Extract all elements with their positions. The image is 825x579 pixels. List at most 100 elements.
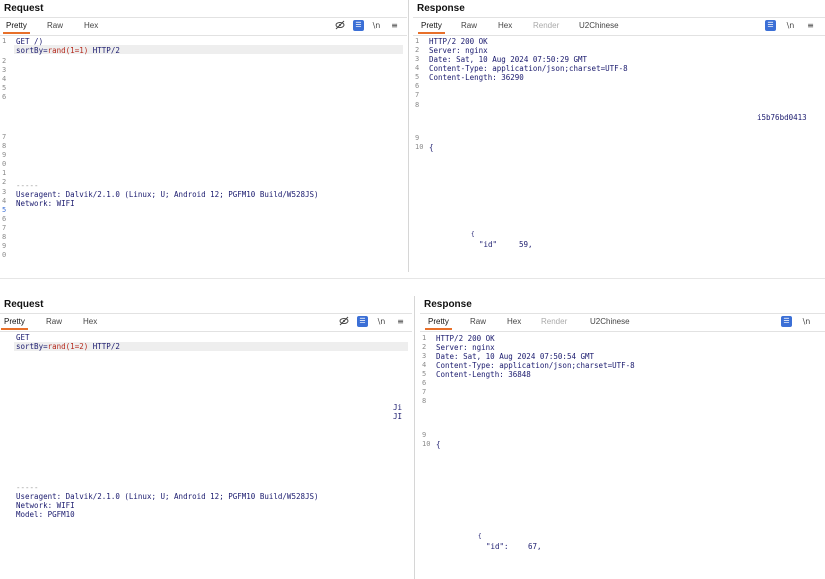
tab-pretty[interactable]: Pretty: [3, 21, 30, 34]
line-number: 1: [422, 334, 427, 342]
line-number: 9: [422, 431, 427, 439]
response-viewer[interactable]: 1 2 3 4 5 6 7 8 9 10 HTTP/2 200 OK Serve…: [420, 331, 825, 579]
line-number: 0: [2, 160, 7, 168]
request-line-continuation: sortBy=rand(1=2) HTTP/2: [16, 342, 120, 351]
response-viewer[interactable]: 1 2 3 4 5 6 7 8 9 10 HTTP/2 200 OK Serve…: [413, 35, 825, 272]
menu-icon[interactable]: ≡: [395, 316, 406, 327]
newline-toggle[interactable]: \n: [371, 20, 382, 31]
newline-toggle[interactable]: \n: [785, 20, 796, 31]
network-header: Network: WIFI: [16, 501, 75, 510]
panel-divider[interactable]: [408, 0, 409, 272]
list-view-icon[interactable]: ☰: [781, 316, 792, 327]
network-header: Network: WIFI: [16, 199, 75, 208]
line-number: 5: [415, 73, 420, 81]
tab-pretty[interactable]: Pretty: [425, 317, 452, 330]
tab-raw[interactable]: Raw: [461, 21, 477, 30]
content-length-header: Content-Length: 36290: [429, 73, 524, 82]
line-gutter: 1 2 3 4 5 6 7 8 9 10: [420, 331, 432, 579]
list-view-icon[interactable]: ☰: [357, 316, 368, 327]
newline-toggle[interactable]: \n: [801, 316, 812, 327]
menu-icon[interactable]: ≡: [389, 20, 400, 31]
top-response-panel: Response Pretty Raw Hex Render U2Chinese…: [413, 0, 825, 272]
line-number: 8: [2, 142, 7, 150]
tab-render[interactable]: Render: [533, 21, 559, 30]
tab-pretty[interactable]: Pretty: [1, 317, 28, 330]
bottom-request-panel: Request Pretty Raw Hex ☰ \n ≡ GET sortBy…: [0, 296, 412, 579]
panel-title: Response: [424, 299, 472, 310]
useragent-header: Useragent: Dalvik/2.1.0 (Linux; U; Andro…: [16, 492, 319, 501]
json-object-brace: {: [471, 231, 475, 238]
line-number: 1: [415, 37, 420, 45]
line-number: 6: [2, 93, 7, 101]
server-header: Server: nginx: [429, 46, 488, 55]
date-header: Date: Sat, 10 Aug 2024 07:50:54 GMT: [436, 352, 595, 361]
screenshot-divider: [0, 278, 825, 279]
line-number: 2: [2, 57, 7, 65]
line-number: 10: [415, 143, 424, 151]
menu-icon[interactable]: ≡: [805, 20, 816, 31]
line-number: 3: [2, 66, 7, 74]
json-open-brace: {: [436, 440, 441, 449]
tab-hex[interactable]: Hex: [498, 21, 512, 30]
json-open-brace: {: [429, 143, 434, 152]
line-gutter: 1 2 3 4 5 6 7 8 9 10: [413, 35, 425, 272]
model-header: Model: PGFM10: [16, 510, 75, 519]
list-view-icon[interactable]: ☰: [353, 20, 364, 31]
line-number: 2: [415, 46, 420, 54]
line-number: 9: [2, 151, 7, 159]
request-line: GET /): [16, 37, 44, 46]
line-number: 2: [422, 343, 427, 351]
line-number: 6: [2, 215, 7, 223]
request-editor[interactable]: GET sortBy=rand(1=2) HTTP/2 Ji JI ----- …: [0, 331, 412, 579]
content-type-header: Content-Type: application/json;charset=U…: [436, 361, 635, 370]
json-value-id: 67,: [528, 542, 542, 551]
line-number: 4: [2, 75, 7, 83]
request-line: GET: [16, 333, 30, 342]
tab-render[interactable]: Render: [541, 317, 567, 326]
tab-raw[interactable]: Raw: [470, 317, 486, 326]
tab-u2chinese[interactable]: U2Chinese: [590, 317, 630, 326]
status-line: HTTP/2 200 OK: [429, 37, 488, 46]
line-number: 7: [415, 91, 420, 99]
tab-hex[interactable]: Hex: [507, 317, 521, 326]
line-number: 5: [2, 84, 7, 92]
line-number: 8: [415, 101, 420, 109]
param-value: rand(1=1): [47, 46, 89, 55]
tab-raw[interactable]: Raw: [47, 21, 63, 30]
line-number: 8: [2, 233, 7, 241]
tab-bar: Pretty Raw Hex Render U2Chinese ☰ \n ≡: [413, 17, 825, 36]
server-header: Server: nginx: [436, 343, 495, 352]
line-number: 4: [415, 64, 420, 72]
json-key-id: "id": [479, 240, 498, 249]
line-number: 10: [422, 440, 431, 448]
line-number: 7: [422, 388, 427, 396]
line-number: 2: [2, 178, 7, 186]
hash-fragment: i5b76bd0413: [757, 113, 807, 122]
panel-divider[interactable]: [414, 296, 415, 579]
tab-u2chinese[interactable]: U2Chinese: [579, 21, 619, 30]
date-header: Date: Sat, 10 Aug 2024 07:50:29 GMT: [429, 55, 588, 64]
eye-off-icon[interactable]: [334, 20, 345, 31]
line-number: 3: [422, 352, 427, 360]
tab-bar: Pretty Raw Hex Render U2Chinese ☰ \n: [420, 313, 825, 332]
line-number: 3: [415, 55, 420, 63]
bottom-response-panel: Response Pretty Raw Hex Render U2Chinese…: [420, 296, 825, 579]
protocol-label: HTTP/2: [88, 46, 120, 55]
param-key: sortBy=: [16, 342, 48, 351]
json-object-brace: {: [478, 533, 482, 540]
panel-title: Response: [417, 3, 465, 14]
content-length-header: Content-Length: 36848: [436, 370, 531, 379]
request-editor[interactable]: 1 2 3 4 5 6 7 8 9 0 1 2 3 4 5 6 7 8 9 0 …: [0, 35, 407, 272]
list-view-icon[interactable]: ☰: [765, 20, 776, 31]
tab-hex[interactable]: Hex: [83, 317, 97, 326]
line-number: 0: [2, 251, 7, 259]
useragent-header: Useragent: Dalvik/2.1.0 (Linux; U; Andro…: [16, 190, 319, 199]
tab-raw[interactable]: Raw: [46, 317, 62, 326]
param-key: sortBy=: [16, 46, 48, 55]
status-line: HTTP/2 200 OK: [436, 334, 495, 343]
tab-hex[interactable]: Hex: [84, 21, 98, 30]
newline-toggle[interactable]: \n: [376, 316, 387, 327]
tab-pretty[interactable]: Pretty: [418, 21, 445, 34]
panel-title: Request: [4, 3, 44, 14]
eye-off-icon[interactable]: [338, 316, 349, 327]
